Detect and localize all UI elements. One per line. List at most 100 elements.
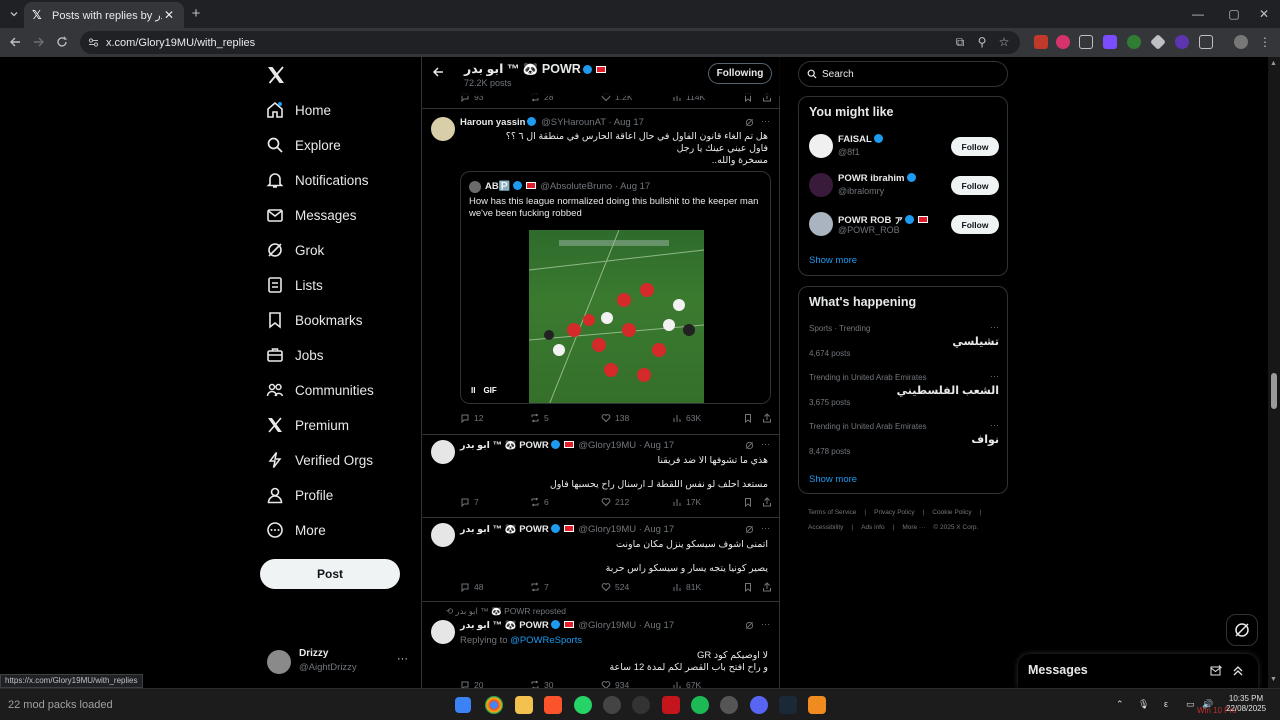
author-handle[interactable]: @Glory19MU [578,524,636,535]
tweet-date[interactable]: · Aug 17 [639,524,674,535]
zoom-icon[interactable]: ⚲ [974,34,990,50]
like-button[interactable]: 934 [601,680,629,688]
file-explorer-icon[interactable] [515,696,533,714]
tweet[interactable]: ابو بدر ™ 🐼 POWR @Glory19MU · Aug 17 ···… [422,518,780,602]
nav-profile[interactable]: Profile [266,482,333,508]
steam-icon[interactable] [779,696,797,714]
views-button[interactable]: 63K [672,413,701,423]
follow-button[interactable]: Follow [951,176,999,195]
avatar[interactable] [431,620,455,644]
tweet[interactable]: ابو بدر ™ 🐼 POWR @Glory19MU · Aug 17 ···… [422,435,780,518]
footer-link[interactable]: Cookie Policy [932,509,971,516]
nav-jobs[interactable]: Jobs [266,342,324,368]
scroll-up-icon[interactable]: ▲ [1270,60,1277,67]
tweet-more-icon[interactable]: ··· [761,439,770,449]
back-arrow-icon[interactable] [432,66,444,78]
nav-grok[interactable]: Grok [266,237,324,263]
scroll-down-icon[interactable]: ▼ [1270,676,1277,683]
nav-bookmarks[interactable]: Bookmarks [266,307,363,333]
reply-button[interactable]: 7 [460,497,479,507]
app-icon[interactable] [662,696,680,714]
share-button[interactable] [762,582,776,592]
tweet-more-icon[interactable]: ··· [761,523,770,533]
user-name[interactable]: FAISAL [838,134,885,145]
avatar[interactable] [809,173,833,197]
extension-icon[interactable] [1175,35,1189,49]
account-more-icon[interactable]: ··· [397,653,408,665]
avatar[interactable] [809,134,833,158]
scrollbar-thumb[interactable] [1271,373,1277,409]
nav-notifications[interactable]: Notifications [266,167,369,193]
author-name[interactable]: Haroun yassin [460,117,525,128]
tweet-date[interactable]: · Aug 17 [609,117,644,128]
messages-drawer[interactable]: Messages [1018,654,1258,688]
tray-chevron-icon[interactable]: ⌃ [1116,699,1124,710]
shield-extension-icon[interactable] [1127,35,1141,49]
nav-verified-orgs[interactable]: Verified Orgs [266,447,373,473]
tweet[interactable]: ⟲ ابو بدر ™ 🐼 POWR reposted ابو بدر ™ 🐼 … [422,602,780,688]
nav-explore[interactable]: Explore [266,132,341,158]
author-name[interactable]: ابو بدر ™ 🐼 POWR [460,620,549,631]
reload-button[interactable] [53,33,71,51]
like-button[interactable]: 212 [601,497,629,507]
tweet-date[interactable]: · Aug 17 [639,620,674,631]
extension-icon[interactable] [1056,35,1070,49]
quoted-tweet[interactable]: AB🅿️ @AbsoluteBruno · Aug 17 How has thi… [460,171,771,404]
author-name[interactable]: ابو بدر ™ 🐼 POWR [460,524,549,535]
follow-button[interactable]: Follow [951,137,999,156]
app-icon[interactable] [632,696,650,714]
author-handle[interactable]: @SYHarounAT [541,117,606,128]
footer-link[interactable]: Privacy Policy [874,509,914,516]
suggested-user[interactable]: POWR ibrahim @ibralomry Follow [809,170,999,200]
x-logo-icon[interactable] [266,65,286,85]
nav-more[interactable]: More [266,517,326,543]
suggested-user[interactable]: FAISAL @8f1 Follow [809,131,999,161]
gif-media[interactable]: II GIF [461,230,770,403]
reply-button[interactable]: 12 [460,413,483,423]
app-icon[interactable] [808,696,826,714]
repost-button[interactable]: 6 [530,497,549,507]
brave-icon[interactable] [544,696,562,714]
repost-button[interactable]: 7 [530,582,549,592]
user-name[interactable]: POWR ibrahim [838,173,918,184]
gif-controls[interactable]: II GIF [471,386,497,395]
account-switcher[interactable]: Drizzy @AightDrizzy ··· [267,647,412,679]
show-more-link[interactable]: Show more [809,474,857,485]
tab-search-button[interactable] [4,5,24,23]
spotify-icon[interactable] [691,696,709,714]
tweet-date[interactable]: · Aug 17 [639,440,674,451]
grok-icon[interactable] [745,441,754,450]
views-button[interactable]: 81K [672,582,701,592]
new-message-icon[interactable] [1210,665,1222,677]
address-bar[interactable]: x.com/Glory19MU/with_replies [80,31,1020,54]
trend-item[interactable]: Trending in United Arab Emirates ··· الش… [809,371,999,418]
back-button[interactable] [6,33,24,51]
bookmark-button[interactable] [743,413,757,423]
post-button[interactable]: Post [260,559,400,589]
nav-home[interactable]: Home [266,97,331,123]
author-handle[interactable]: @Glory19MU [578,440,636,451]
extension-icon[interactable] [1103,35,1117,49]
reply-button[interactable]: 20 [460,680,483,688]
grok-icon[interactable] [745,118,754,127]
footer-link[interactable]: More ··· [902,524,925,531]
tweet-more-icon[interactable]: ··· [761,116,770,126]
grok-icon[interactable] [745,525,754,534]
profile-avatar[interactable] [1234,35,1248,49]
tweet-more-icon[interactable]: ··· [761,619,770,629]
new-tab-button[interactable]: + [188,5,204,23]
close-window-button[interactable]: ✕ [1246,0,1280,28]
search-input[interactable]: Search [798,61,1008,87]
avatar[interactable] [809,212,833,236]
tweet[interactable]: Haroun yassin @SYHarounAT · Aug 17 ··· ه… [422,109,780,435]
bookmark-button[interactable] [743,497,757,507]
forward-button[interactable] [30,33,48,51]
browser-tab-active[interactable]: 𝕏 Posts with replies by ابو بدر ™ 🄯 ✕ [24,2,184,28]
avatar[interactable] [431,117,455,141]
author-name[interactable]: ابو بدر ™ 🐼 POWR [460,440,549,451]
footer-link[interactable]: Ads info [861,524,885,531]
extension-icon[interactable] [1079,35,1093,49]
app-icon[interactable] [720,696,738,714]
repost-button[interactable]: 5 [530,413,549,423]
whatsapp-icon[interactable] [574,696,592,714]
